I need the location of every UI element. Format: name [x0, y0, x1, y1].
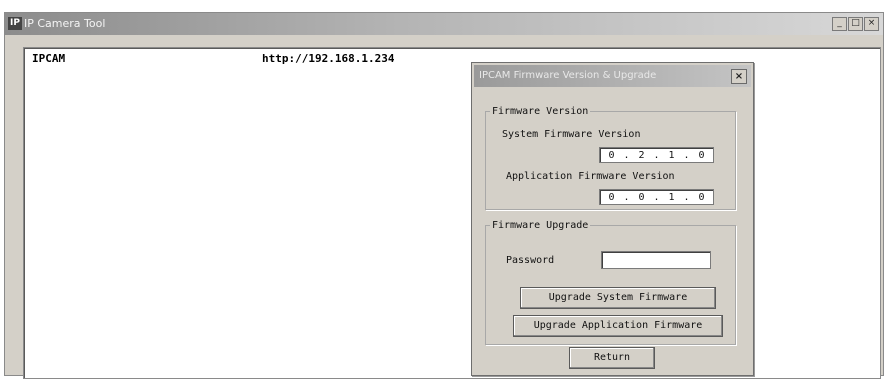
version-part: 0 — [698, 191, 705, 203]
version-part: 0 — [638, 191, 645, 203]
upgrade-system-firmware-button[interactable]: Upgrade System Firmware — [520, 287, 716, 309]
firmware-dialog: IPCAM Firmware Version & Upgrade × Firmw… — [471, 62, 754, 376]
application-firmware-label: Application Firmware Version — [506, 171, 675, 182]
version-part: 2 — [638, 149, 645, 161]
application-firmware-version-field: 0. 0. 1. 0 — [599, 189, 714, 205]
dialog-close-button[interactable]: × — [731, 69, 747, 84]
firmware-version-legend: Firmware Version — [492, 106, 589, 117]
maximize-button[interactable]: □ — [848, 17, 863, 31]
password-input[interactable] — [601, 251, 711, 269]
title-bar[interactable]: IP IP Camera Tool _ □ × — [5, 13, 883, 35]
camera-app-icon: IP — [8, 17, 22, 30]
minimize-button[interactable]: _ — [832, 17, 847, 31]
version-part: 1 — [668, 149, 675, 161]
version-part: 0 — [698, 149, 705, 161]
camera-url[interactable]: http://192.168.1.234 — [262, 52, 394, 65]
version-part: 1 — [668, 191, 675, 203]
firmware-version-group: Firmware Version System Firmware Version… — [485, 106, 736, 210]
firmware-upgrade-legend: Firmware Upgrade — [492, 220, 589, 231]
close-button[interactable]: × — [864, 17, 879, 31]
upgrade-application-firmware-button[interactable]: Upgrade Application Firmware — [513, 315, 723, 337]
dialog-title: IPCAM Firmware Version & Upgrade — [479, 70, 657, 81]
version-part: 0 — [608, 191, 615, 203]
firmware-upgrade-group: Firmware Upgrade Password Upgrade System… — [485, 220, 736, 345]
window-controls: _ □ × — [832, 17, 879, 31]
window-title: IP Camera Tool — [24, 17, 106, 30]
password-label: Password — [506, 255, 555, 266]
system-firmware-version-field: 0. 2. 1. 0 — [599, 147, 714, 163]
dialog-title-bar[interactable]: IPCAM Firmware Version & Upgrade × — [474, 65, 751, 87]
camera-name[interactable]: IPCAM — [32, 52, 65, 65]
return-button[interactable]: Return — [569, 347, 655, 369]
version-part: 0 — [608, 149, 615, 161]
system-firmware-label: System Firmware Version — [502, 129, 641, 140]
